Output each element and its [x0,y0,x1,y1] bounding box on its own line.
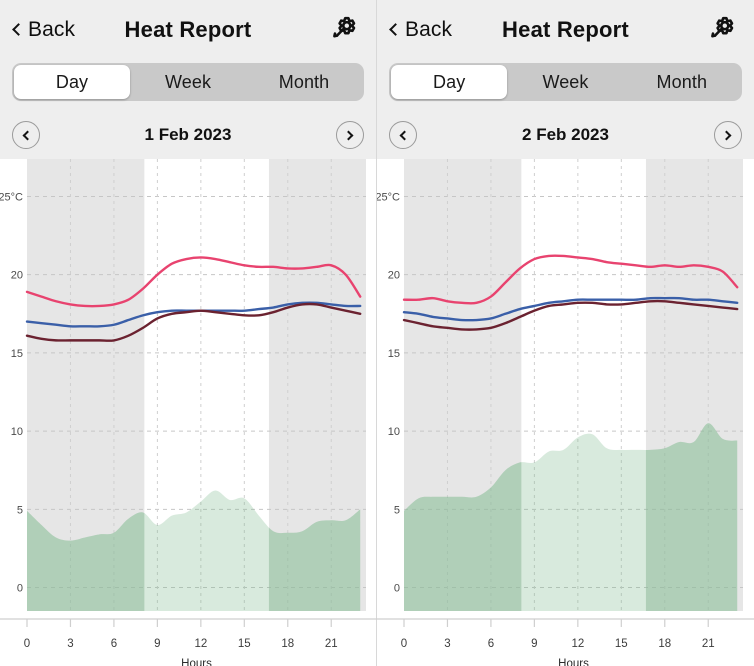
chevron-left-icon [399,130,410,140]
period-segmented-wrap: Day Week Month [377,60,754,111]
period-segmented-wrap: Day Week Month [0,60,376,111]
y-axis-tick-label: 20 [11,270,23,282]
panel-day-2: Back Heat Report Day Week Month 2 Feb 20… [377,0,754,666]
next-day-button[interactable] [336,121,364,149]
heat-chart-day-2[interactable]: 25°C 20 15 10 5 0 0 3 6 9 12 15 18 21 Hours [377,159,754,666]
x-axis-tick-label: 6 [111,638,117,650]
y-axis-tick-label: 20 [388,270,400,282]
x-axis-title: Hours [558,658,589,666]
tab-day[interactable]: Day [14,65,130,99]
date-navigator: 1 Feb 2023 [0,111,376,159]
current-date-label: 1 Feb 2023 [144,125,232,144]
back-button[interactable]: Back [389,18,453,42]
x-axis-tick-label: 9 [531,638,537,650]
x-axis-tick-label: 12 [194,638,207,650]
y-axis-tick-label: 0 [394,583,400,595]
tab-day[interactable]: Day [391,65,508,99]
x-axis-tick-label: 21 [325,638,338,650]
x-axis-tick-label: 15 [238,638,251,650]
x-axis-tick-label: 12 [571,638,584,650]
panel-day-1: Back Heat Report Day Week Month 1 Feb 20… [0,0,377,666]
x-axis-tick-label: 3 [444,638,450,650]
chevron-left-icon [12,23,25,36]
y-axis-tick-label: 25°C [377,191,400,203]
y-axis-tick-label: 25°C [0,191,23,203]
x-axis-tick-label: 18 [281,638,294,650]
x-axis-title: Hours [181,658,212,666]
y-axis-tick-label: 15 [388,348,400,360]
y-axis-tick-label: 10 [11,426,23,438]
settings-gear-icon[interactable] [706,13,740,47]
heat-chart-day-1[interactable]: 25°C 20 15 10 5 0 0 3 6 9 12 15 18 21 Hours [0,159,377,666]
y-axis-tick-label: 10 [388,426,400,438]
back-button-label: Back [405,18,453,41]
back-button-label: Back [28,18,76,41]
y-axis-tick-label: 5 [394,504,400,516]
x-axis-tick-label: 0 [24,638,30,650]
period-segmented-control[interactable]: Day Week Month [389,63,742,101]
chevron-left-icon [389,23,402,36]
tab-month[interactable]: Month [246,65,362,99]
chevron-left-icon [22,130,33,140]
chevron-right-icon [343,130,354,140]
heat-report-app: Back Heat Report Day Week Month 1 Feb 20… [0,0,754,666]
chevron-right-icon [721,130,732,140]
x-axis-tick-label: 6 [488,638,494,650]
current-date-label: 2 Feb 2023 [522,125,609,144]
prev-day-button[interactable] [389,121,417,149]
x-axis-tick-label: 3 [67,638,73,650]
y-axis-tick-label: 5 [17,504,23,516]
tab-month[interactable]: Month [624,65,740,99]
date-navigator: 2 Feb 2023 [377,111,754,159]
y-axis-tick-label: 15 [11,348,23,360]
tab-week[interactable]: Week [130,65,246,99]
period-segmented-control[interactable]: Day Week Month [12,63,364,101]
x-axis-tick-label: 21 [702,638,715,650]
next-day-button[interactable] [714,121,742,149]
back-button[interactable]: Back [12,18,76,42]
header-bar: Back Heat Report [0,0,376,60]
tab-week[interactable]: Week [507,65,623,99]
x-axis-tick-label: 18 [658,638,671,650]
x-axis-tick-label: 0 [401,638,407,650]
y-axis-tick-label: 0 [17,583,23,595]
x-axis-tick-label: 15 [615,638,628,650]
x-axis-tick-label: 9 [154,638,160,650]
header-bar: Back Heat Report [377,0,754,60]
settings-gear-icon[interactable] [328,13,362,47]
prev-day-button[interactable] [12,121,40,149]
